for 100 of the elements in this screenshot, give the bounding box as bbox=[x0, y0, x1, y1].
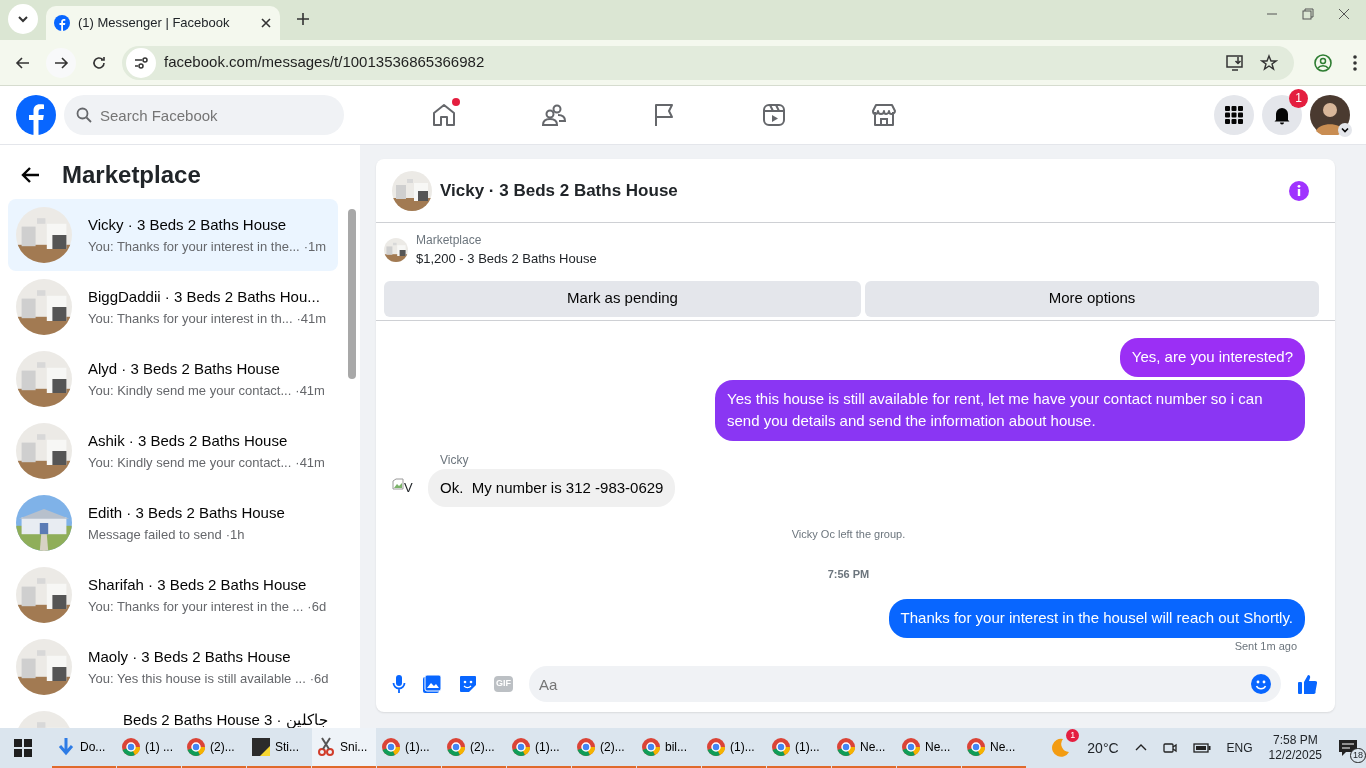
notification-count: 1 bbox=[1289, 89, 1308, 108]
conversation-item[interactable]: Vicky · 3 Beds 2 Baths House You: Thanks for your interest in the... ·1m bbox=[8, 199, 338, 271]
forward-arrow-icon bbox=[53, 54, 69, 71]
message-preview: You: Yes this house is still available ... bbox=[88, 669, 306, 688]
taskbar-app[interactable]: Sni... bbox=[312, 728, 376, 768]
browser-icon bbox=[836, 737, 856, 757]
language-indicator[interactable]: ENG bbox=[1226, 739, 1253, 757]
taskbar-app[interactable]: Sti... bbox=[247, 728, 311, 768]
close-icon[interactable] bbox=[1338, 8, 1350, 20]
message-time: ·6d bbox=[307, 597, 327, 616]
avatar-image: V bbox=[392, 478, 420, 498]
sidebar-title: Marketplace bbox=[62, 160, 201, 190]
more-options-button[interactable]: More options bbox=[865, 280, 1319, 317]
image-icon[interactable] bbox=[422, 674, 442, 694]
microphone-icon[interactable] bbox=[392, 674, 406, 694]
taskbar-app[interactable]: (1)... bbox=[377, 728, 441, 768]
message-preview: Message failed to send bbox=[88, 525, 222, 544]
emoji-icon[interactable] bbox=[1251, 674, 1271, 694]
camera-icon[interactable] bbox=[1162, 741, 1177, 755]
tab-list-button[interactable] bbox=[8, 4, 38, 34]
scrollbar[interactable] bbox=[348, 209, 356, 379]
info-icon[interactable] bbox=[1289, 180, 1309, 201]
temperature: 20°C bbox=[1087, 738, 1119, 758]
message-time: ·1m bbox=[303, 237, 327, 256]
notifications-button[interactable] bbox=[1262, 95, 1302, 135]
message-time: ·41m bbox=[295, 453, 325, 472]
browser-icon bbox=[706, 737, 726, 757]
facebook-logo-icon[interactable] bbox=[16, 95, 56, 135]
taskbar-app[interactable]: (2)... bbox=[572, 728, 636, 768]
message-preview: You: Thanks for your interest in the ... bbox=[88, 597, 304, 616]
taskbar-app[interactable]: Ne... bbox=[962, 728, 1026, 768]
message-field[interactable]: Aa bbox=[529, 666, 1281, 702]
conversation-item[interactable]: Sharifah · 3 Beds 2 Baths House You: Thanks for your interest in the ... ·6d bbox=[8, 559, 338, 631]
listing-title[interactable]: $1,200 - 3 Beds 2 Baths House bbox=[416, 249, 597, 269]
conversation-item[interactable]: Maoly · 3 Beds 2 Baths House You: Yes this house is still available ... ·6d bbox=[8, 631, 338, 703]
taskbar-app[interactable]: (2)... bbox=[442, 728, 506, 768]
taskbar-app[interactable]: (1) ... bbox=[117, 728, 181, 768]
sender-name: Vicky bbox=[440, 451, 470, 469]
back-arrow-icon bbox=[21, 165, 41, 185]
taskbar-app[interactable]: (1)... bbox=[767, 728, 831, 768]
taskbar-app[interactable]: (2)... bbox=[182, 728, 246, 768]
mark-pending-button[interactable]: Mark as pending bbox=[384, 280, 861, 317]
windows-start-icon[interactable] bbox=[14, 739, 32, 757]
conversation-item[interactable]: Alyd · 3 Beds 2 Baths House You: Kindly send me your contact... ·41m bbox=[8, 343, 338, 415]
browser-icon bbox=[446, 737, 466, 757]
conversation-item[interactable]: Edith · 3 Beds 2 Baths House Message failed to send ·1h bbox=[8, 487, 338, 559]
taskbar-app[interactable]: Ne... bbox=[897, 728, 961, 768]
plus-icon bbox=[296, 12, 310, 26]
restore-icon[interactable] bbox=[1302, 8, 1314, 20]
chevron-down-icon[interactable] bbox=[1338, 123, 1352, 137]
reload-icon bbox=[91, 54, 107, 71]
browser-icon bbox=[901, 737, 921, 757]
conversation-item[interactable]: Ashik · 3 Beds 2 Baths House You: Kindly send me your contact... ·41m bbox=[8, 415, 338, 487]
message-bubble: Thanks for your interest in the housel will reach out Shortly. bbox=[888, 599, 1305, 638]
broken-image-icon bbox=[392, 478, 404, 490]
back-arrow-icon bbox=[15, 54, 31, 71]
taskbar-app[interactable]: Ne... bbox=[832, 728, 896, 768]
chat-title: Vicky · 3 Beds 2 Baths House bbox=[440, 179, 678, 202]
timestamp: 7:56 PM bbox=[827, 568, 870, 580]
menu-button[interactable] bbox=[1214, 95, 1254, 135]
taskbar-app[interactable]: (1)... bbox=[507, 728, 571, 768]
forward-button[interactable] bbox=[46, 47, 76, 78]
sticky-note-icon bbox=[251, 737, 271, 757]
conversation-name: Vicky · 3 Beds 2 Baths House bbox=[88, 215, 288, 235]
star-icon[interactable] bbox=[1260, 53, 1278, 72]
search-field[interactable]: Search Facebook bbox=[64, 95, 344, 135]
browser-icon bbox=[576, 737, 596, 757]
avatar[interactable] bbox=[1310, 95, 1350, 135]
install-app-icon[interactable] bbox=[1226, 53, 1244, 72]
clock-date[interactable]: 12/2/2025 bbox=[1268, 748, 1322, 763]
conversation-item[interactable]: BiggDaddii · 3 Beds 2 Baths Hou... You: Thanks for your interest in th... ·41m bbox=[8, 271, 338, 343]
message-time: ·41m bbox=[296, 309, 327, 328]
conversation-name: Edith · 3 Beds 2 Baths House bbox=[88, 503, 285, 523]
thumbs-up-icon[interactable] bbox=[1297, 673, 1319, 695]
taskbar-app[interactable]: Do... bbox=[52, 728, 116, 768]
taskbar-app[interactable]: (1)... bbox=[702, 728, 766, 768]
message-preview: You: Kindly send me your contact... bbox=[88, 453, 292, 472]
profile-icon[interactable] bbox=[1314, 53, 1332, 72]
facebook-logo-icon bbox=[54, 15, 70, 31]
clock-time[interactable]: 7:58 PM bbox=[1272, 733, 1318, 748]
message-bubble: Yes, are you interested? bbox=[1119, 338, 1305, 377]
conversation-name: Beds 2 Baths House 3 · جاكلين bbox=[123, 710, 328, 728]
browser-tab[interactable]: (1) Messenger | Facebook bbox=[46, 6, 280, 40]
message-status: Sent 1m ago bbox=[1234, 638, 1297, 654]
battery-icon[interactable] bbox=[1192, 742, 1211, 754]
listing-label: Marketplace bbox=[416, 232, 483, 249]
weather-icon[interactable] bbox=[1049, 737, 1072, 759]
browser-icon bbox=[186, 737, 206, 757]
conversation-name: BiggDaddii · 3 Beds 2 Baths Hou... bbox=[88, 287, 321, 307]
close-icon[interactable] bbox=[260, 17, 272, 29]
weather-badge: 1 bbox=[1066, 729, 1080, 742]
conversation-name: Alyd · 3 Beds 2 Baths House bbox=[88, 359, 281, 379]
menu-icon[interactable] bbox=[1352, 53, 1358, 72]
taskbar-app[interactable]: bil... bbox=[637, 728, 701, 768]
store-icon bbox=[870, 101, 898, 129]
site-settings-icon[interactable] bbox=[133, 54, 149, 71]
message-time: ·41m bbox=[295, 381, 325, 400]
sticker-icon[interactable] bbox=[458, 674, 478, 694]
message-preview: You: Thanks for your interest in the... bbox=[88, 237, 300, 256]
tab-title: (1) Messenger | Facebook bbox=[78, 14, 231, 33]
